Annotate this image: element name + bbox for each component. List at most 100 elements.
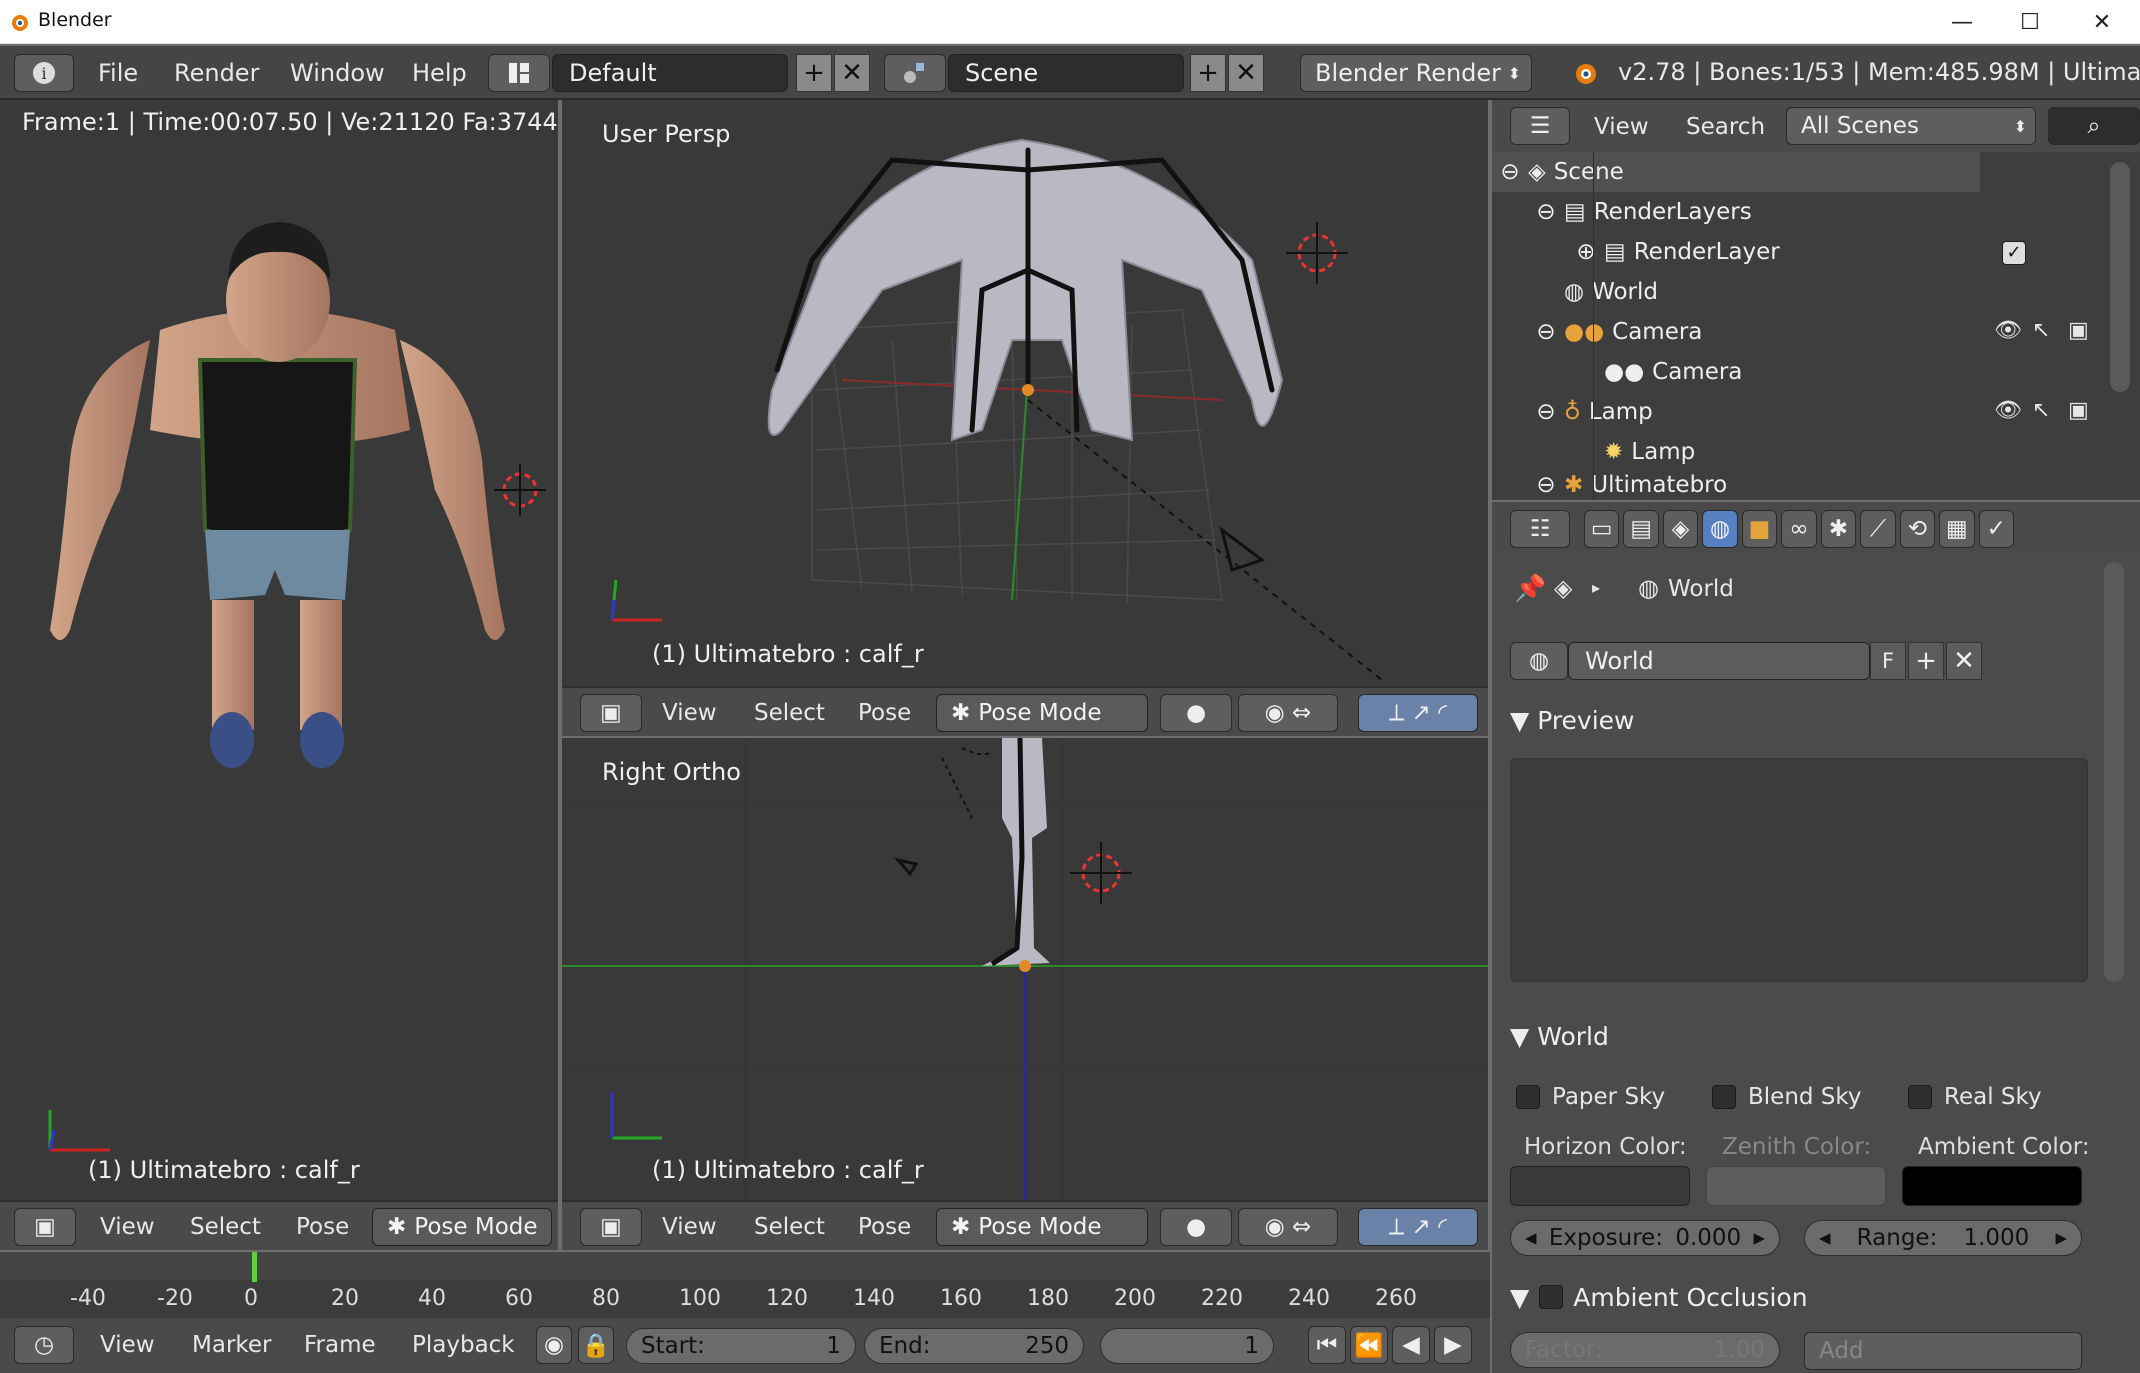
world-panel-header[interactable]: ▼ World xyxy=(1510,1022,1609,1064)
editor-type-3dview-button[interactable]: ▣ xyxy=(14,1208,76,1246)
menu-pose[interactable]: Pose xyxy=(858,1214,911,1240)
properties-scrollbar[interactable] xyxy=(2104,562,2124,982)
editor-type-timeline-button[interactable]: ◷ xyxy=(14,1326,74,1364)
add-scene-button[interactable]: + xyxy=(1190,54,1226,92)
pivot-point-select[interactable]: ◉ ⇔ xyxy=(1238,694,1338,732)
ambient-color-swatch[interactable] xyxy=(1902,1166,2082,1206)
add-layout-button[interactable]: + xyxy=(796,54,832,92)
object-tab-icon[interactable]: ■ xyxy=(1741,510,1778,548)
editor-type-info-button[interactable]: i xyxy=(14,54,74,92)
editor-type-3dview-button[interactable]: ▣ xyxy=(580,1208,642,1246)
texture-tab-icon[interactable]: ▦ xyxy=(1939,510,1975,548)
render-engine-select[interactable]: Blender Render ⬍ xyxy=(1300,54,1532,92)
real-sky-checkbox[interactable]: Real Sky xyxy=(1908,1084,2042,1110)
outliner-row-lamp-data[interactable]: ✹ Lamp xyxy=(1604,432,1695,472)
constraints-tab-icon[interactable]: ∞ xyxy=(1781,510,1817,548)
auto-keying-icon[interactable]: ◉ xyxy=(536,1326,572,1364)
manipulator-toggle[interactable]: ⟂ ↗ ◜ xyxy=(1358,1208,1478,1246)
object-data-tab-icon[interactable]: ✱ xyxy=(1820,510,1857,548)
top-3d-viewport[interactable]: User Persp (1) Ultimatebro : calf_r xyxy=(562,100,1488,686)
menu-frame[interactable]: Frame xyxy=(304,1332,376,1358)
menu-view[interactable]: View xyxy=(662,1214,717,1240)
editor-type-outliner-button[interactable]: ☰ xyxy=(1510,107,1570,145)
remove-layout-button[interactable]: ✕ xyxy=(834,54,870,92)
menu-marker[interactable]: Marker xyxy=(192,1332,272,1358)
mode-select[interactable]: ✱ Pose Mode xyxy=(372,1208,552,1246)
preview-panel-header[interactable]: ▼ Preview xyxy=(1510,706,1635,748)
start-frame-field[interactable]: Start: 1 xyxy=(626,1328,856,1364)
minimize-button[interactable]: — xyxy=(1930,0,1994,44)
horizon-color-swatch[interactable] xyxy=(1510,1166,1690,1206)
maximize-button[interactable]: ☐ xyxy=(1998,0,2062,44)
menu-select[interactable]: Select xyxy=(754,700,825,726)
bone-constraints-tab-icon[interactable]: ⟲ xyxy=(1899,510,1936,548)
menu-search[interactable]: Search xyxy=(1686,114,1765,140)
world-browse-button[interactable]: ◍ xyxy=(1510,642,1568,680)
viewport-shading-select[interactable]: ● xyxy=(1160,694,1232,732)
left-3d-viewport[interactable]: Frame:1 | Time:00:07.50 | Ve:21120 Fa:37… xyxy=(0,100,558,1202)
bone-tab-icon[interactable]: ⟋ xyxy=(1860,510,1896,548)
jump-keyframe-back-icon[interactable]: ⏪ xyxy=(1350,1326,1388,1364)
ambient-occlusion-checkbox[interactable] xyxy=(1539,1285,1564,1309)
scene-tab-icon[interactable]: ◈ xyxy=(1662,510,1699,548)
render-camera-icon[interactable]: ▣ xyxy=(2068,398,2089,423)
world-tab-icon[interactable]: ◍ xyxy=(1702,510,1738,548)
menu-view[interactable]: View xyxy=(1594,114,1649,140)
menu-view[interactable]: View xyxy=(100,1332,155,1358)
select-cursor-icon[interactable]: ↖ xyxy=(2032,318,2050,343)
timeline-editor[interactable]: -40 -20 0 20 40 60 80 100 120 140 160 180 200 220 240 2… xyxy=(0,1252,1490,1373)
visibility-eye-icon[interactable]: 👁 xyxy=(1994,318,2022,343)
zenith-color-swatch[interactable] xyxy=(1706,1166,1886,1206)
scene-selector-button[interactable] xyxy=(884,54,946,92)
bottom-3d-viewport[interactable]: Right Ortho (1) Ultimatebro : calf_r xyxy=(562,738,1488,1200)
viewport-shading-select[interactable]: ● xyxy=(1160,1208,1232,1246)
menu-select[interactable]: Select xyxy=(754,1214,825,1240)
menu-pose[interactable]: Pose xyxy=(858,700,911,726)
menu-render[interactable]: Render xyxy=(174,59,259,87)
checkbox-box[interactable] xyxy=(1908,1085,1932,1109)
editor-type-3dview-button[interactable]: ▣ xyxy=(580,694,642,732)
paper-sky-checkbox[interactable]: Paper Sky xyxy=(1516,1084,1665,1110)
outliner-scrollbar[interactable] xyxy=(2110,162,2130,392)
ao-blend-select[interactable]: Add xyxy=(1804,1332,2082,1370)
select-cursor-icon[interactable]: ↖ xyxy=(2032,398,2050,423)
blend-sky-checkbox[interactable]: Blend Sky xyxy=(1712,1084,1862,1110)
menu-view[interactable]: View xyxy=(100,1214,155,1240)
render-tab-icon[interactable]: ▭ xyxy=(1584,510,1620,548)
fake-user-button[interactable]: F xyxy=(1870,642,1906,680)
menu-help[interactable]: Help xyxy=(412,59,467,87)
pin-icon[interactable]: 📌 xyxy=(1514,574,1546,604)
manipulator-toggle[interactable]: ⟂ ↗ ◜ xyxy=(1358,694,1478,732)
render-camera-icon[interactable]: ▣ xyxy=(2068,318,2089,343)
ambient-occlusion-panel-header[interactable]: ▼ Ambient Occlusion xyxy=(1510,1276,1808,1318)
display-mode-select[interactable]: All Scenes ⬍ xyxy=(1786,107,2036,145)
outliner-search-field[interactable]: ⌕ xyxy=(2048,107,2140,145)
current-frame-marker[interactable] xyxy=(252,1252,257,1282)
exposure-field[interactable]: ◂ Exposure: 0.000 ▸ xyxy=(1510,1220,1780,1256)
menu-file[interactable]: File xyxy=(98,59,138,87)
scene-name-field[interactable]: Scene xyxy=(948,54,1184,92)
checkbox-box[interactable] xyxy=(1516,1085,1540,1109)
editor-type-properties-button[interactable]: ☷ xyxy=(1510,510,1570,548)
menu-view[interactable]: View xyxy=(662,700,717,726)
lock-icon[interactable]: 🔒 xyxy=(578,1326,614,1364)
menu-playback[interactable]: Playback xyxy=(412,1332,515,1358)
new-world-button[interactable]: + xyxy=(1908,642,1944,680)
menu-window[interactable]: Window xyxy=(290,59,385,87)
mode-select[interactable]: ✱ Pose Mode xyxy=(936,1208,1148,1246)
remove-scene-button[interactable]: ✕ xyxy=(1228,54,1264,92)
renderlayer-checkbox[interactable]: ✓ xyxy=(2002,241,2026,265)
world-name-field[interactable]: World xyxy=(1568,642,1870,680)
close-button[interactable]: ✕ xyxy=(2070,0,2134,44)
unlink-world-button[interactable]: ✕ xyxy=(1946,642,1982,680)
play-reverse-icon[interactable]: ◀ xyxy=(1392,1326,1430,1364)
timeline-track[interactable] xyxy=(0,1252,1490,1280)
jump-start-icon[interactable]: ⏮ xyxy=(1308,1326,1346,1364)
checkbox-box[interactable] xyxy=(1712,1085,1736,1109)
range-field[interactable]: ◂ Range: 1.000 ▸ xyxy=(1804,1220,2082,1256)
visibility-eye-icon[interactable]: 👁 xyxy=(1994,398,2022,423)
render-layers-tab-icon[interactable]: ▤ xyxy=(1623,510,1659,548)
mode-select[interactable]: ✱ Pose Mode xyxy=(936,694,1148,732)
outliner-row-renderlayer[interactable]: ⊕ ▤ RenderLayer xyxy=(1568,232,1779,272)
factor-field[interactable]: Factor: 1.00 xyxy=(1510,1332,1780,1368)
